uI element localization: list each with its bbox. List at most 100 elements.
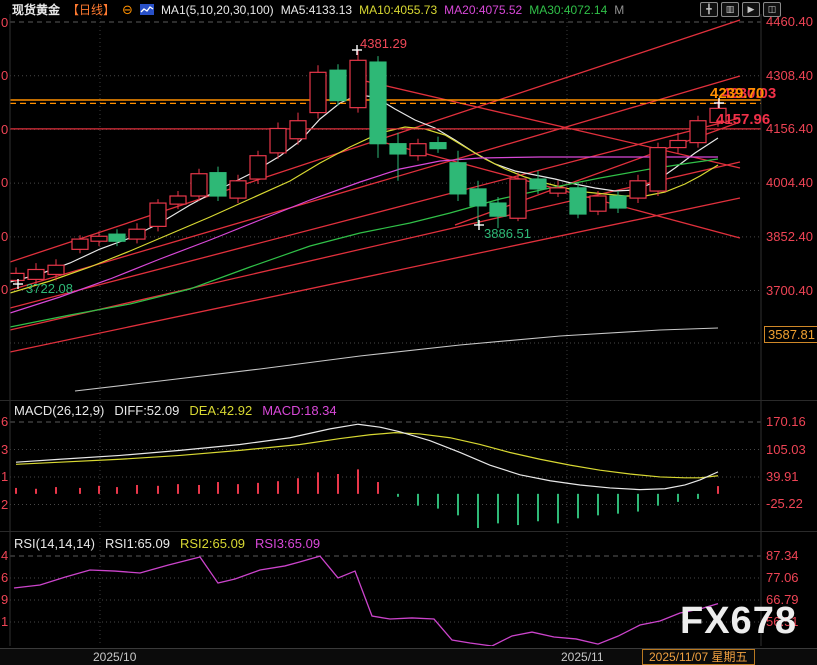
- candle[interactable]: [430, 143, 446, 149]
- candle[interactable]: [230, 181, 246, 198]
- candle[interactable]: [72, 239, 88, 249]
- candle[interactable]: [129, 229, 145, 239]
- y-axis-label: 4004.40: [766, 175, 813, 190]
- candle[interactable]: [450, 163, 466, 194]
- split-window-icon[interactable]: ◫: [763, 2, 781, 17]
- swing-low-label: 3886.51: [484, 226, 531, 241]
- macd-bar: [717, 486, 719, 494]
- ma30-value: MA30:4072.14: [529, 3, 607, 17]
- macd-axis-label: 39.91: [766, 469, 799, 484]
- y-axis-label: 3852.40: [766, 229, 813, 244]
- play-panel-icon[interactable]: ▶: [742, 2, 760, 17]
- left-axis-fragment: 1: [1, 469, 8, 484]
- macd-bar: [597, 494, 599, 516]
- y-axis-label: 4308.40: [766, 68, 813, 83]
- month-label-oct: 2025/10: [93, 650, 136, 664]
- candle[interactable]: [610, 196, 626, 208]
- macd-bar: [257, 483, 259, 494]
- candle[interactable]: [330, 70, 346, 100]
- macd-bar: [697, 494, 699, 499]
- left-axis-fragment: 0: [1, 175, 8, 190]
- macd-header: MACD(26,12,9) DIFF:52.09 DEA:42.92 MACD:…: [14, 403, 337, 418]
- y-axis-label: 4156.40: [766, 121, 813, 136]
- left-axis-fragment: 0: [1, 229, 8, 244]
- time-axis[interactable]: 2025/10 2025/11 2025/11/07 星期五: [0, 648, 817, 665]
- macd-hist-value: MACD:18.34: [262, 403, 336, 418]
- candle[interactable]: [250, 156, 266, 179]
- candle[interactable]: [350, 60, 366, 107]
- macd-axis-label: -25.22: [766, 496, 803, 511]
- y-axis-label: 3700.40: [766, 283, 813, 298]
- macd-bar: [557, 494, 559, 524]
- macd-bar: [317, 472, 319, 494]
- macd-bar: [157, 486, 159, 494]
- candle[interactable]: [650, 148, 666, 191]
- macd-settings-label: MACD(26,12,9): [14, 403, 104, 418]
- macd-bar: [15, 488, 17, 494]
- candle[interactable]: [210, 173, 226, 196]
- candle[interactable]: [490, 203, 506, 216]
- candle[interactable]: [550, 188, 566, 193]
- macd-bar: [217, 482, 219, 494]
- macd-bar: [337, 474, 339, 494]
- ma-settings-label: MA1(5,10,20,30,100): [161, 3, 274, 17]
- candle[interactable]: [670, 141, 686, 148]
- ma20-value: MA20:4075.52: [444, 3, 522, 17]
- chart-toolbar: ╋ ▥ ▶ ◫: [700, 2, 781, 17]
- last-price-label: 4239.70: [710, 85, 764, 102]
- chart-canvas[interactable]: [0, 0, 817, 665]
- chart-type-icon[interactable]: [140, 4, 154, 15]
- candle[interactable]: [530, 179, 546, 189]
- candle[interactable]: [370, 62, 386, 144]
- indicator-panel-icon[interactable]: ▥: [721, 2, 739, 17]
- candle[interactable]: [470, 189, 486, 206]
- macd-bar: [477, 494, 479, 528]
- rsi-axis-label: 77.06: [766, 570, 799, 585]
- candle[interactable]: [191, 174, 207, 196]
- left-axis-fragment: 0: [1, 282, 8, 297]
- candle[interactable]: [310, 72, 326, 112]
- candle[interactable]: [91, 236, 107, 241]
- candle[interactable]: [590, 196, 606, 211]
- period-label: 【日线】: [67, 1, 115, 18]
- macd-bar: [657, 494, 659, 506]
- candle[interactable]: [170, 196, 186, 204]
- candle[interactable]: [510, 179, 526, 218]
- candle[interactable]: [48, 265, 64, 274]
- current-date-box: 2025/11/07 星期五: [642, 649, 755, 665]
- rsi2-value: RSI2:65.09: [180, 536, 245, 551]
- macd-bar: [537, 494, 539, 521]
- macd-bar: [116, 487, 118, 494]
- move-icon[interactable]: ╋: [700, 2, 718, 17]
- candle[interactable]: [410, 144, 426, 156]
- ma100-truncated-label: M: [614, 3, 624, 17]
- macd-bar: [637, 494, 639, 512]
- macd-bar: [397, 494, 399, 497]
- left-axis-fragment: 1: [1, 614, 8, 629]
- left-axis-fragment: 0: [1, 15, 8, 30]
- macd-bar: [177, 484, 179, 494]
- month-label-nov: 2025/11: [561, 650, 604, 664]
- macd-bar: [617, 494, 619, 514]
- left-axis-fragment: 4: [1, 548, 8, 563]
- candle[interactable]: [290, 121, 306, 139]
- candle[interactable]: [28, 269, 44, 279]
- high-price-label: 4381.29: [360, 36, 407, 51]
- candle[interactable]: [150, 203, 166, 226]
- zoom-out-icon[interactable]: ⊖: [122, 2, 133, 18]
- candle[interactable]: [390, 144, 406, 154]
- rsi-axis-label: 87.34: [766, 548, 799, 563]
- candle[interactable]: [570, 188, 586, 214]
- macd-bar: [417, 494, 419, 506]
- macd-axis-label: 105.03: [766, 442, 806, 457]
- macd-bar: [35, 489, 37, 494]
- candle[interactable]: [690, 121, 706, 143]
- macd-bar: [297, 478, 299, 494]
- macd-bar: [497, 494, 499, 524]
- left-axis-fragment: 2: [1, 497, 8, 512]
- candle[interactable]: [270, 129, 286, 153]
- ma10-value: MA10:4055.73: [359, 3, 437, 17]
- rsi-settings-label: RSI(14,14,14): [14, 536, 95, 551]
- candle[interactable]: [109, 234, 125, 241]
- candle[interactable]: [630, 181, 646, 198]
